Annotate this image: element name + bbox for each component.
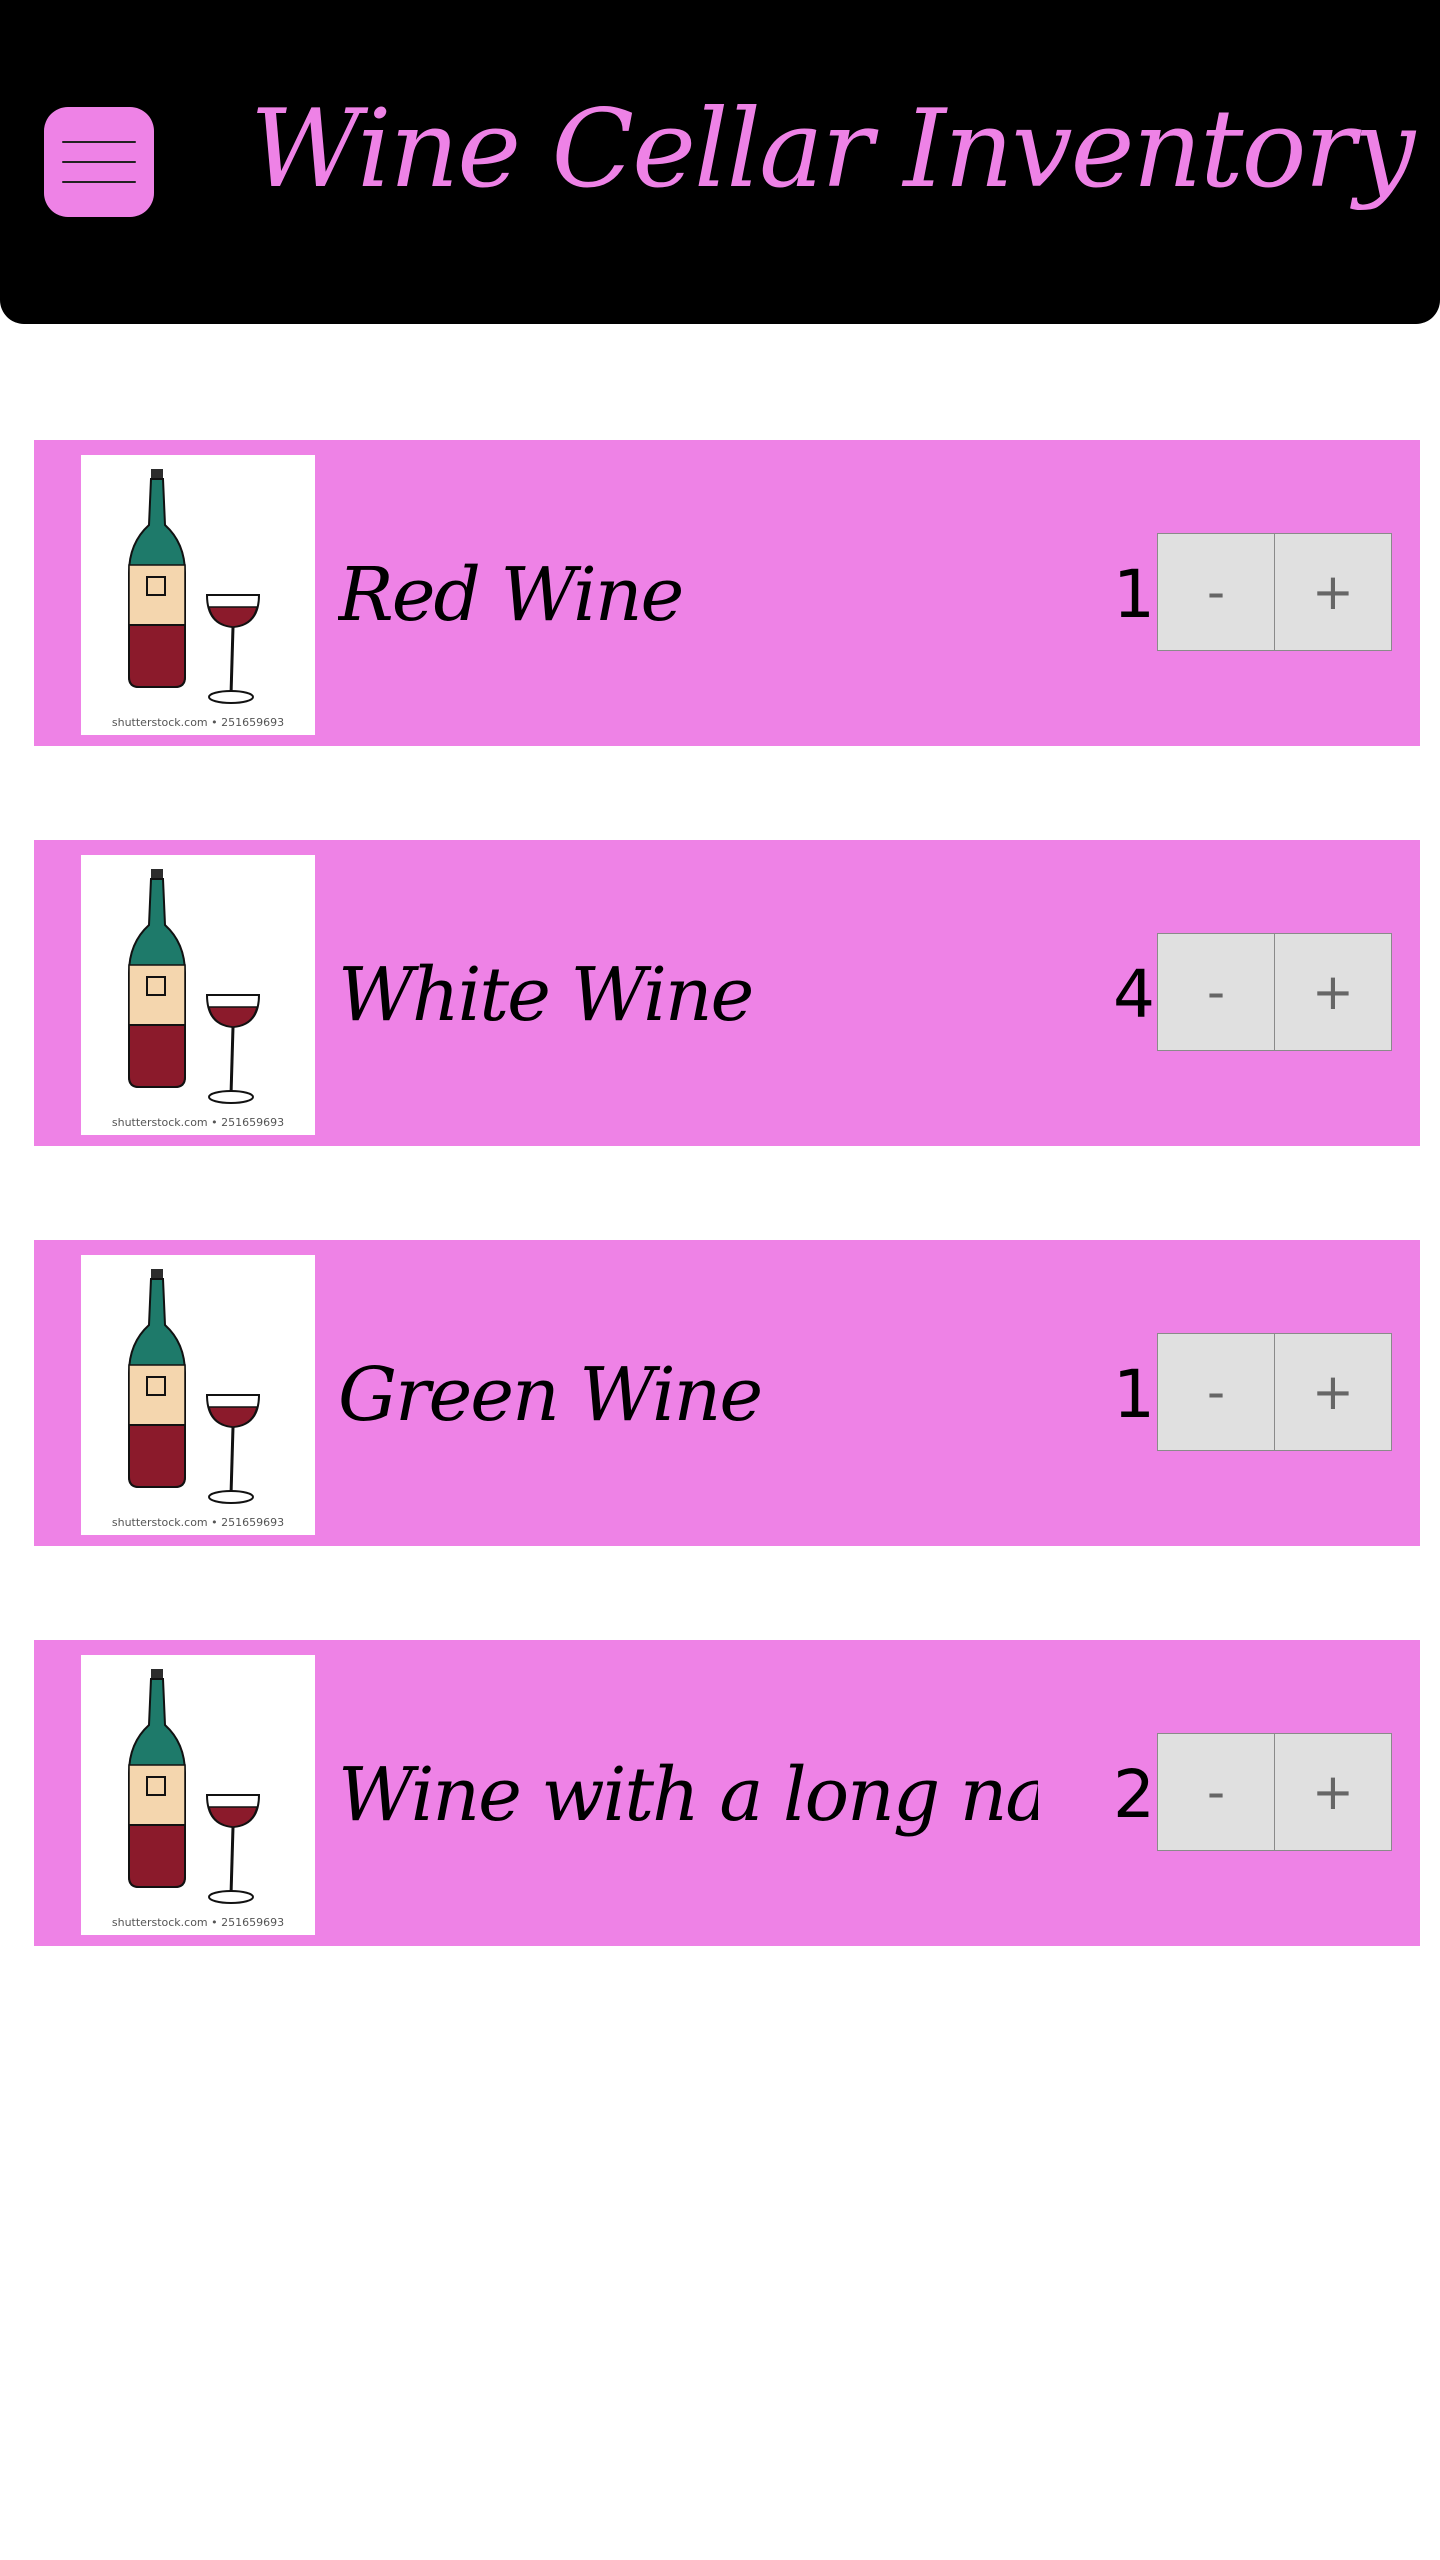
wine-thumbnail: shutterstock.com • 251659693	[81, 1655, 315, 1935]
wine-name: Green Wine	[338, 1352, 763, 1438]
image-caption: shutterstock.com • 251659693	[111, 716, 285, 729]
increment-button[interactable]: +	[1274, 933, 1392, 1051]
page-title: Wine Cellar Inventory	[250, 87, 1415, 212]
list-item: shutterstock.com • 251659693 White Wine …	[34, 840, 1420, 1146]
increment-button[interactable]: +	[1274, 1733, 1392, 1851]
image-caption: shutterstock.com • 251659693	[111, 1116, 285, 1129]
decrement-button[interactable]: -	[1157, 533, 1275, 651]
increment-button[interactable]: +	[1274, 1333, 1392, 1451]
list-item: shutterstock.com • 251659693 Wine with a…	[34, 1640, 1420, 1946]
wine-thumbnail: shutterstock.com • 251659693	[81, 1255, 315, 1535]
list-item: shutterstock.com • 251659693 Red Wine 1 …	[34, 440, 1420, 746]
wine-thumbnail: shutterstock.com • 251659693	[81, 855, 315, 1135]
wine-bottle-icon	[128, 1269, 261, 1504]
decrement-button[interactable]: -	[1157, 933, 1275, 1051]
menu-button[interactable]	[44, 107, 154, 217]
wine-name: Wine with a long na-	[338, 1752, 1038, 1838]
list-item: shutterstock.com • 251659693 Green Wine …	[34, 1240, 1420, 1546]
wine-list: shutterstock.com • 251659693 Red Wine 1 …	[34, 440, 1420, 2040]
increment-button[interactable]: +	[1274, 533, 1392, 651]
wine-bottle-icon	[128, 469, 261, 704]
wine-name: Red Wine	[338, 552, 684, 638]
wine-thumbnail: shutterstock.com • 251659693	[81, 455, 315, 735]
wine-bottle-icon	[128, 1669, 261, 1904]
wine-name: White Wine	[338, 952, 754, 1038]
hamburger-menu-icon	[62, 141, 136, 143]
app-header: Wine Cellar Inventory	[0, 0, 1440, 324]
wine-bottle-icon	[128, 869, 261, 1104]
decrement-button[interactable]: -	[1157, 1733, 1275, 1851]
image-caption: shutterstock.com • 251659693	[111, 1516, 285, 1529]
decrement-button[interactable]: -	[1157, 1333, 1275, 1451]
image-caption: shutterstock.com • 251659693	[111, 1916, 285, 1929]
